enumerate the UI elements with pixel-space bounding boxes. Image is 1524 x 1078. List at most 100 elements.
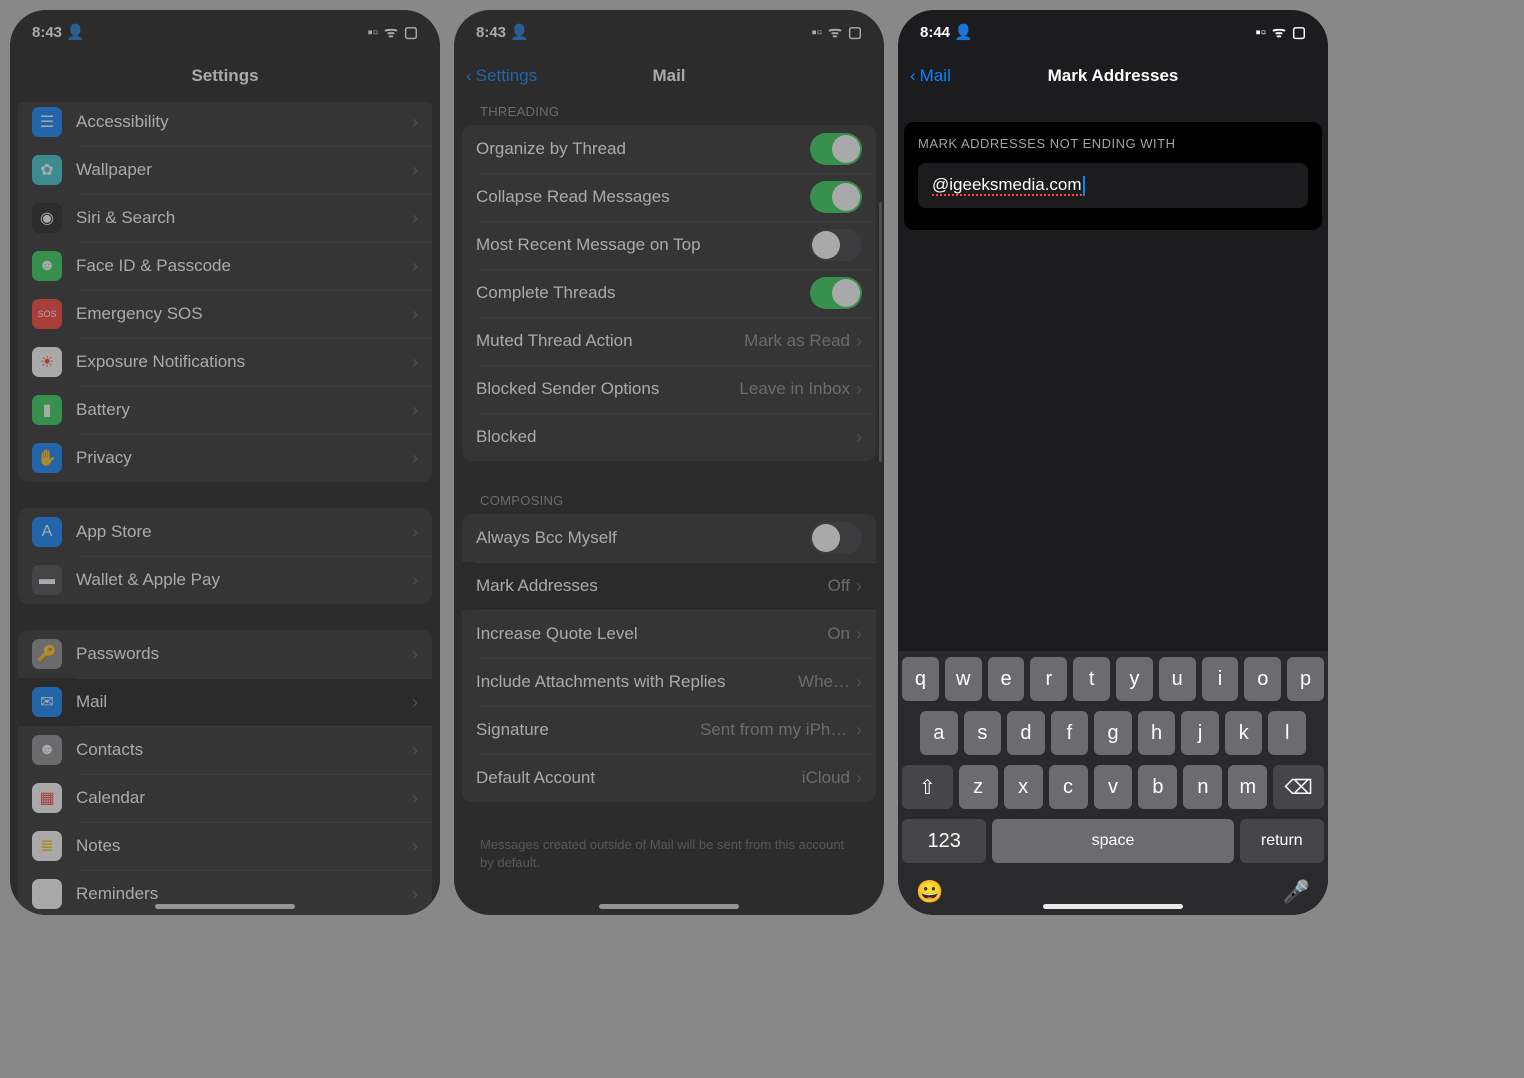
settings-row-mail[interactable]: ✉Mail› (18, 678, 432, 726)
mail-row-complete-threads[interactable]: Complete Threads (462, 269, 876, 317)
mail-row-organize-by-thread[interactable]: Organize by Thread (462, 125, 876, 173)
status-time: 8:43 (476, 24, 506, 41)
wifi-icon: ᯤ (1272, 22, 1286, 42)
key-y[interactable]: y (1116, 657, 1153, 701)
chevron-right-icon: › (412, 304, 418, 325)
toggle-switch[interactable] (810, 181, 862, 213)
chevron-right-icon: › (856, 379, 862, 400)
settings-row-siri-search[interactable]: ◉Siri & Search› (18, 194, 432, 242)
settings-row-emergency-sos[interactable]: SOSEmergency SOS› (18, 290, 432, 338)
signal-icon: ▪▫ (1255, 24, 1266, 41)
settings-row-wallet-apple-pay[interactable]: ▬Wallet & Apple Pay› (18, 556, 432, 604)
person-icon: 👤 (66, 23, 85, 41)
key-space[interactable]: space (992, 819, 1233, 863)
key-v[interactable]: v (1094, 765, 1133, 809)
mail-row-default-account[interactable]: Default AccountiCloud› (462, 754, 876, 802)
key-h[interactable]: h (1138, 711, 1176, 755)
key-z[interactable]: z (959, 765, 998, 809)
key-o[interactable]: o (1244, 657, 1281, 701)
home-indicator[interactable] (1043, 904, 1183, 909)
status-time: 8:43 (32, 24, 62, 41)
wallet-apple-pay-icon: ▬ (32, 565, 62, 595)
settings-row-app-store[interactable]: AApp Store› (18, 508, 432, 556)
settings-row-notes[interactable]: ≣Notes› (18, 822, 432, 870)
toggle-switch[interactable] (810, 229, 862, 261)
toggle-switch[interactable] (810, 522, 862, 554)
mail-row-collapse-read-messages[interactable]: Collapse Read Messages (462, 173, 876, 221)
key-w[interactable]: w (945, 657, 982, 701)
key-k[interactable]: k (1225, 711, 1263, 755)
mail-row-mark-addresses[interactable]: Mark AddressesOff› (462, 562, 876, 610)
face-id-passcode-icon: ☻ (32, 251, 62, 281)
page-title: Mark Addresses (898, 66, 1328, 86)
mail-row-signature[interactable]: SignatureSent from my iPhone› (462, 706, 876, 754)
key-d[interactable]: d (1007, 711, 1045, 755)
row-label: Mail (76, 692, 412, 712)
key-u[interactable]: u (1159, 657, 1196, 701)
key-numbers[interactable]: 123 (902, 819, 986, 863)
chevron-right-icon: › (412, 352, 418, 373)
row-label: Most Recent Message on Top (476, 235, 810, 255)
domain-input[interactable]: @igeeksmedia.com (918, 163, 1308, 208)
back-button[interactable]: ‹Settings (466, 66, 537, 86)
settings-row-face-id-passcode[interactable]: ☻Face ID & Passcode› (18, 242, 432, 290)
settings-list[interactable]: ☰Accessibility›✿Wallpaper›◉Siri & Search… (10, 102, 440, 915)
mail-settings-list[interactable]: THREADING Organize by ThreadCollapse Rea… (454, 102, 884, 915)
key-s[interactable]: s (964, 711, 1002, 755)
passwords-icon: 🔑 (32, 639, 62, 669)
settings-row-passwords[interactable]: 🔑Passwords› (18, 630, 432, 678)
chevron-right-icon: › (412, 692, 418, 713)
row-value: iCloud (802, 768, 850, 788)
settings-row-calendar[interactable]: ▦Calendar› (18, 774, 432, 822)
row-label: Blocked Sender Options (476, 379, 739, 399)
back-button[interactable]: ‹Mail (910, 66, 951, 86)
key-i[interactable]: i (1202, 657, 1239, 701)
wallpaper-icon: ✿ (32, 155, 62, 185)
home-indicator[interactable] (599, 904, 739, 909)
mail-row-blocked-sender-options[interactable]: Blocked Sender OptionsLeave in Inbox› (462, 365, 876, 413)
key-a[interactable]: a (920, 711, 958, 755)
key-q[interactable]: q (902, 657, 939, 701)
key-shift[interactable]: ⇧ (902, 765, 953, 809)
mail-row-blocked[interactable]: Blocked› (462, 413, 876, 461)
nav-bar: ‹Mail Mark Addresses (898, 50, 1328, 102)
mail-row-most-recent-message-on-top[interactable]: Most Recent Message on Top (462, 221, 876, 269)
nav-bar: ‹Settings Mail (454, 50, 884, 102)
settings-row-privacy[interactable]: ✋Privacy› (18, 434, 432, 482)
key-c[interactable]: c (1049, 765, 1088, 809)
key-l[interactable]: l (1268, 711, 1306, 755)
settings-row-battery[interactable]: ▮Battery› (18, 386, 432, 434)
toggle-switch[interactable] (810, 277, 862, 309)
emoji-icon[interactable]: 😀 (916, 879, 943, 905)
key-f[interactable]: f (1051, 711, 1089, 755)
mic-icon[interactable]: 🎤 (1283, 879, 1310, 905)
chevron-right-icon: › (412, 836, 418, 857)
home-indicator[interactable] (155, 904, 295, 909)
key-j[interactable]: j (1181, 711, 1219, 755)
key-backspace[interactable]: ⌫ (1273, 765, 1324, 809)
key-b[interactable]: b (1138, 765, 1177, 809)
mail-row-always-bcc-myself[interactable]: Always Bcc Myself (462, 514, 876, 562)
key-return[interactable]: return (1240, 819, 1324, 863)
mail-row-muted-thread-action[interactable]: Muted Thread ActionMark as Read› (462, 317, 876, 365)
settings-row-accessibility[interactable]: ☰Accessibility› (18, 102, 432, 146)
settings-row-exposure-notifications[interactable]: ☀Exposure Notifications› (18, 338, 432, 386)
settings-row-contacts[interactable]: ☻Contacts› (18, 726, 432, 774)
input-text: @igeeksmedia.com (932, 175, 1082, 196)
key-p[interactable]: p (1287, 657, 1324, 701)
key-t[interactable]: t (1073, 657, 1110, 701)
mail-row-increase-quote-level[interactable]: Increase Quote LevelOn› (462, 610, 876, 658)
row-label: Accessibility (76, 112, 412, 132)
mail-row-include-attachments-with-replies[interactable]: Include Attachments with RepliesWhe…› (462, 658, 876, 706)
scroll-indicator[interactable] (879, 202, 882, 462)
toggle-switch[interactable] (810, 133, 862, 165)
key-g[interactable]: g (1094, 711, 1132, 755)
key-r[interactable]: r (1030, 657, 1067, 701)
keyboard[interactable]: qwertyuiop asdfghjkl ⇧zxcvbnm⌫ 123 space… (898, 651, 1328, 915)
settings-row-wallpaper[interactable]: ✿Wallpaper› (18, 146, 432, 194)
key-m[interactable]: m (1228, 765, 1267, 809)
key-e[interactable]: e (988, 657, 1025, 701)
row-value: Mark as Read (744, 331, 850, 351)
key-n[interactable]: n (1183, 765, 1222, 809)
key-x[interactable]: x (1004, 765, 1043, 809)
